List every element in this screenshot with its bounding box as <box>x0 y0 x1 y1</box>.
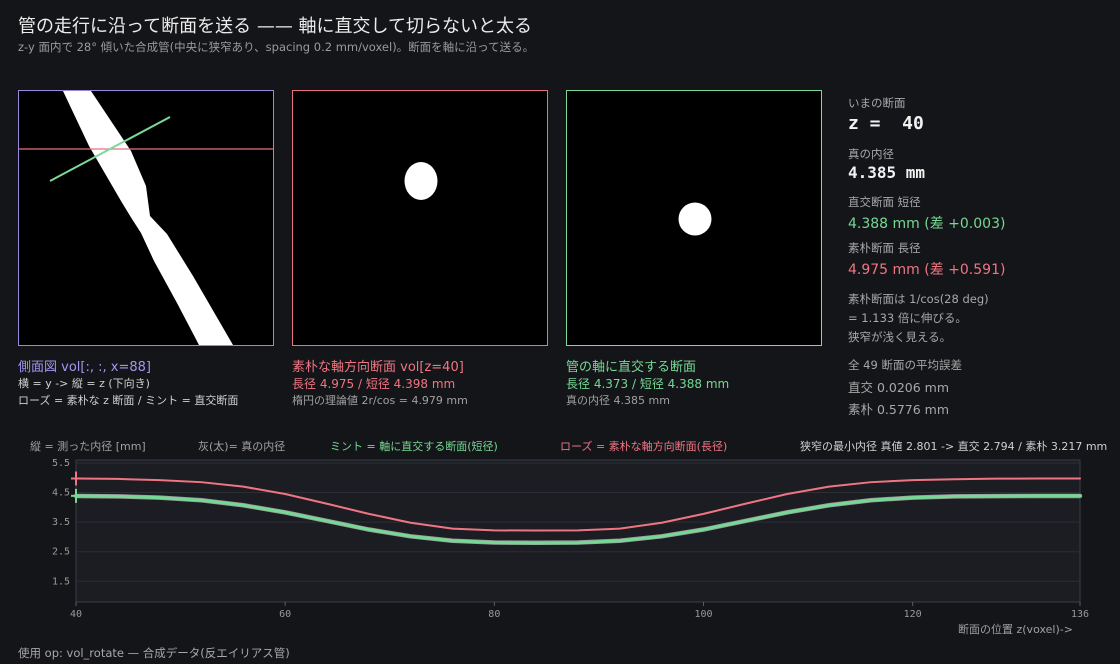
y-tick-label: 1.5 <box>52 576 70 587</box>
y-tick-label: 5.5 <box>52 458 70 469</box>
side-view-axes-note: 横 = y -> 縦 = z (下向き) <box>18 377 150 390</box>
legend-true: 灰(太)= 真の内径 <box>198 440 286 453</box>
chart-xlabel: 断面の位置 z(voxel)-> <box>958 623 1073 636</box>
perp-slice-true: 真の内径 4.385 mm <box>566 394 670 407</box>
footer-note: 使用 op: vol_rotate — 合成データ(反エイリアス管) <box>18 646 290 660</box>
info-panel: いまの断面 z = 40 真の内径 4.385 mm 直交断面 短径 4.388… <box>848 95 1108 418</box>
legend-perp: ミント = 軸に直交する断面(短径) <box>330 440 498 453</box>
naive-slice-panel[interactable] <box>292 90 548 346</box>
naive-slice-measure: 長径 4.975 / 短径 4.398 mm <box>292 377 456 391</box>
avg-error-naive: 素朴 0.5776 mm <box>848 402 950 417</box>
note-line-3: 狭窄が浅く見える。 <box>848 330 952 344</box>
page-subtitle: z-y 面内で 28° 傾いた合成管(中央に狭窄あり、spacing 0.2 m… <box>18 40 535 54</box>
diameter-chart[interactable]: 縦 = 測った内径 [mm] 灰(太)= 真の内径 ミント = 軸に直交する断面… <box>0 434 1120 664</box>
avg-error-label: 全 49 断面の平均誤差 <box>848 358 962 372</box>
current-slice-value: z = 40 <box>848 113 924 134</box>
naive-major-value: 4.975 mm (差 +0.591) <box>848 262 1006 278</box>
naive-slice-theory: 楕円の理論値 2r/cos = 4.979 mm <box>292 394 468 407</box>
x-tick-label: 136 <box>1071 609 1089 620</box>
note-line-2: = 1.133 倍に伸びる。 <box>848 311 967 325</box>
stenosis-summary: 狭窄の最小内径 真値 2.801 -> 直交 2.794 / 素朴 3.217 … <box>800 440 1108 453</box>
side-view-panel[interactable] <box>18 90 274 346</box>
naive-major-label: 素朴断面 長径 <box>848 241 921 255</box>
x-tick-label: 100 <box>694 609 712 620</box>
avg-error-perp: 直交 0.0206 mm <box>848 380 950 395</box>
x-tick-label: 60 <box>279 609 291 620</box>
side-view-legend-note: ローズ = 素朴な z 断面 / ミント = 直交断面 <box>18 394 239 407</box>
x-tick-label: 120 <box>904 609 922 620</box>
y-tick-label: 3.5 <box>52 517 70 528</box>
perp-slice-image <box>678 202 712 236</box>
perp-slice-title: 管の軸に直交する断面 <box>566 360 697 375</box>
y-tick-label: 4.5 <box>52 488 70 499</box>
true-diameter-label: 真の内径 <box>848 147 894 161</box>
naive-slice-title: 素朴な軸方向断面 vol[z=40] <box>292 360 464 375</box>
perp-cross-section <box>678 202 712 236</box>
note-line-1: 素朴断面は 1/cos(28 deg) <box>848 292 989 306</box>
side-view-title: 側面図 vol[:, :, x=88] <box>18 360 151 375</box>
true-diameter-value: 4.385 mm <box>848 163 926 182</box>
perp-slice-panel[interactable] <box>566 90 822 346</box>
x-tick-label: 80 <box>488 609 500 620</box>
perp-minor-value: 4.388 mm (差 +0.003) <box>848 216 1006 232</box>
perp-minor-label: 直交断面 短径 <box>848 195 921 209</box>
page-title: 管の走行に沿って断面を送る —— 軸に直交して切らないと太る <box>18 16 533 37</box>
side-view-image <box>19 91 273 345</box>
chart-plot[interactable]: 1.5 2.5 3.5 4.5 5.5 40 60 80 100 120 136 <box>0 456 1120 661</box>
naive-cross-section <box>404 162 438 200</box>
current-slice-label: いまの断面 <box>848 96 906 110</box>
legend-naive: ローズ = 素朴な軸方向断面(長径) <box>560 440 728 453</box>
chart-ylabel: 縦 = 測った内径 [mm] <box>30 440 146 453</box>
naive-slice-image <box>404 162 438 200</box>
y-tick-label: 2.5 <box>52 547 70 558</box>
perp-slice-measure: 長径 4.373 / 短径 4.388 mm <box>566 377 730 391</box>
x-tick-label: 40 <box>70 609 82 620</box>
